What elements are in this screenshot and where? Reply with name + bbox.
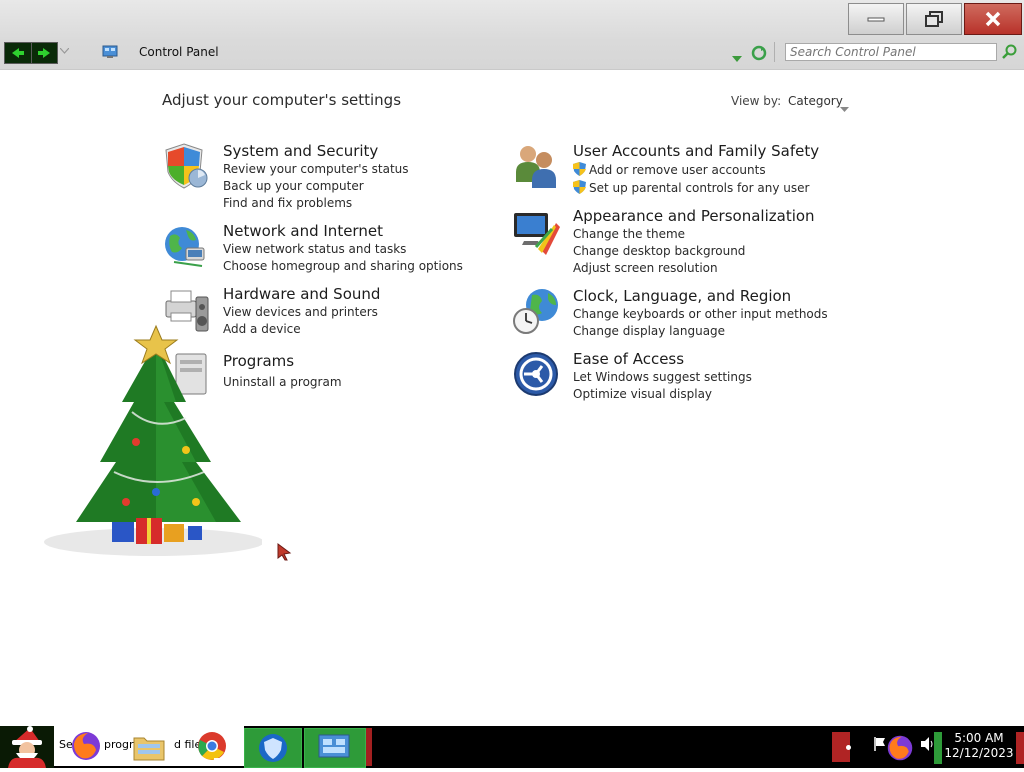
shield-icon[interactable]: [162, 142, 210, 190]
category-title-system-security[interactable]: System and Security: [223, 142, 378, 160]
tray-firefox[interactable]: [886, 734, 914, 766]
show-desktop-button[interactable]: [1016, 732, 1024, 764]
link-back-up[interactable]: Back up your computer: [223, 179, 364, 193]
back-button[interactable]: [5, 43, 31, 63]
link-suggest-settings[interactable]: Let Windows suggest settings: [573, 370, 752, 384]
refresh-icon: [751, 45, 767, 61]
link-change-theme[interactable]: Change the theme: [573, 227, 685, 241]
users-icon[interactable]: [512, 142, 560, 190]
link-add-remove-users-label: Add or remove user accounts: [589, 163, 766, 177]
link-review-status[interactable]: Review your computer's status: [223, 162, 409, 176]
category-title-clock-language[interactable]: Clock, Language, and Region: [573, 287, 791, 305]
firefox-icon: [72, 732, 100, 760]
search-input[interactable]: [785, 43, 997, 61]
link-display-language[interactable]: Change display language: [573, 324, 725, 338]
back-arrow-icon: [11, 48, 24, 58]
restore-button[interactable]: [906, 3, 962, 35]
tray-flag-icon[interactable]: [873, 736, 887, 756]
system-clock[interactable]: 5:00 AM 12/12/2023: [944, 731, 1014, 761]
view-by-dropdown[interactable]: Category: [788, 94, 843, 108]
category-title-network-internet[interactable]: Network and Internet: [223, 222, 383, 240]
address-history-dropdown[interactable]: [732, 48, 742, 67]
link-desktop-background[interactable]: Change desktop background: [573, 244, 745, 258]
link-screen-resolution[interactable]: Adjust screen resolution: [573, 261, 718, 275]
network-globe-icon[interactable]: [162, 222, 210, 270]
taskbar-app-security[interactable]: [244, 728, 302, 768]
page-heading: Adjust your computer's settings: [162, 91, 402, 109]
start-button[interactable]: [0, 726, 54, 768]
tray-indicator-green: [934, 732, 942, 764]
view-by-label: View by:: [731, 94, 782, 108]
link-find-fix[interactable]: Find and fix problems: [223, 196, 352, 210]
firefox-icon: [887, 735, 913, 761]
link-parental-controls[interactable]: Set up parental controls for any user: [573, 180, 809, 195]
link-optimize-display[interactable]: Optimize visual display: [573, 387, 712, 401]
control-panel-icon: [102, 44, 118, 58]
link-network-status[interactable]: View network status and tasks: [223, 242, 406, 256]
forward-button[interactable]: [30, 43, 58, 63]
link-add-remove-users[interactable]: Add or remove user accounts: [573, 162, 766, 177]
category-title-user-accounts[interactable]: User Accounts and Family Safety: [573, 142, 819, 160]
folder-icon: [133, 737, 165, 761]
category-title-hardware-sound[interactable]: Hardware and Sound: [223, 285, 380, 303]
taskbar-edge: [366, 728, 372, 766]
uac-shield-icon: [573, 180, 586, 194]
close-icon: [985, 11, 1001, 27]
address-separator: [774, 42, 775, 62]
recent-pages-dropdown[interactable]: [59, 46, 70, 57]
personalization-icon[interactable]: [512, 207, 560, 255]
christmas-tree-decoration: [44, 324, 262, 556]
breadcrumb[interactable]: Control Panel: [139, 45, 219, 59]
link-homegroup[interactable]: Choose homegroup and sharing options: [223, 259, 463, 273]
chevron-down-icon: [840, 107, 849, 112]
window-controls: [846, 3, 1022, 35]
link-parental-controls-label: Set up parental controls for any user: [589, 181, 810, 195]
taskbar: Se progra d files 5:00 AM 12/12/2023: [0, 726, 1024, 768]
close-button[interactable]: [964, 3, 1022, 35]
restore-icon: [925, 11, 943, 27]
flag-icon: [874, 737, 885, 751]
taskbar-app-control-panel[interactable]: [304, 728, 366, 768]
link-keyboards-input[interactable]: Change keyboards or other input methods: [573, 307, 828, 321]
chevron-down-icon: [732, 56, 742, 62]
view-by-arrow[interactable]: [840, 98, 849, 117]
clock-date: 12/12/2023: [944, 746, 1014, 760]
category-title-appearance[interactable]: Appearance and Personalization: [573, 207, 815, 225]
minimize-button[interactable]: [848, 3, 904, 35]
nav-buttons: [4, 42, 58, 64]
tray-dot: [846, 745, 851, 750]
refresh-button[interactable]: [751, 45, 767, 65]
link-devices-printers[interactable]: View devices and printers: [223, 305, 378, 319]
minimize-icon: [867, 17, 885, 22]
chevron-down-icon: [59, 47, 70, 54]
security-shield-icon: [259, 734, 287, 762]
ease-of-access-icon[interactable]: [512, 350, 560, 398]
forward-arrow-icon: [38, 48, 51, 58]
control-panel-icon: [318, 734, 350, 758]
clock-globe-icon[interactable]: [512, 287, 560, 335]
window-titlebar: Control Panel: [0, 0, 1024, 70]
search-button[interactable]: [1002, 44, 1018, 64]
search-icon: [1002, 44, 1017, 59]
category-title-ease-of-access[interactable]: Ease of Access: [573, 350, 684, 368]
mouse-cursor: [277, 543, 292, 561]
taskbar-progress: [214, 758, 244, 762]
clock-time: 5:00 AM: [954, 731, 1004, 745]
uac-shield-icon: [573, 162, 586, 176]
santa-start-icon: [8, 726, 46, 768]
